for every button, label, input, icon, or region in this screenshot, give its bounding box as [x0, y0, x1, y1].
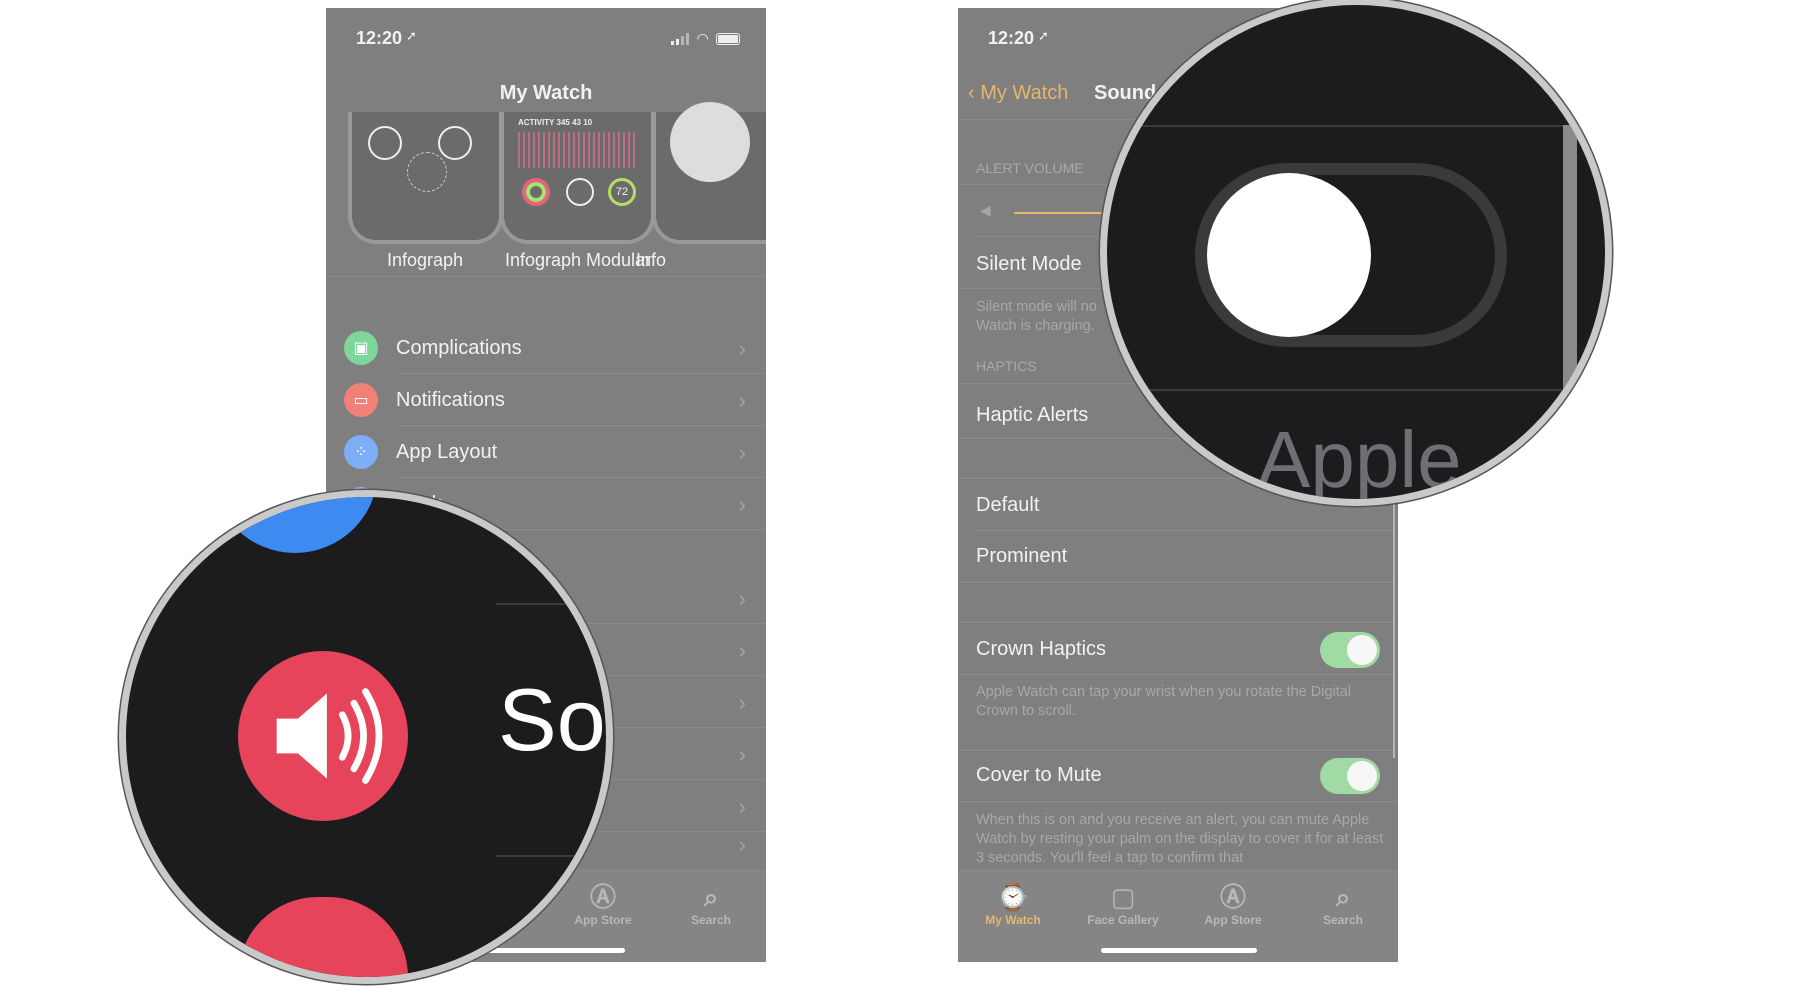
speaker-low-icon: ◀ — [980, 202, 991, 218]
option-prominent[interactable]: Prominent — [976, 545, 1067, 568]
watch-face-infograph-3[interactable] — [652, 102, 766, 244]
chevron-right-icon: › — [738, 832, 746, 857]
face-gallery-icon: ▢ — [1110, 882, 1136, 912]
cover-to-mute-description: When this is on and you receive an alert… — [976, 812, 1384, 866]
status-time: 12:20 — [356, 28, 403, 48]
divider — [1107, 125, 1565, 127]
chevron-right-icon: › — [738, 742, 746, 767]
tab-label: My Watch — [985, 913, 1041, 927]
search-icon: ⌕ — [1335, 882, 1351, 912]
tab-label: Search — [690, 913, 732, 927]
search-icon: ⌕ — [703, 882, 719, 912]
chevron-left-icon: ‹ — [968, 82, 981, 104]
section-header: ALERT VOLUME — [976, 160, 1084, 176]
activity-complication: ACTIVITY 345 43 10 — [518, 118, 593, 127]
watch-icon: ⌚ — [996, 882, 1030, 912]
wifi-icon: ◠ — [697, 30, 708, 46]
menu-label: Notifications — [396, 388, 505, 411]
battery-icon — [716, 32, 740, 45]
divider — [1107, 389, 1565, 391]
page-title: My Watch — [499, 82, 593, 104]
chevron-right-icon: › — [738, 336, 746, 361]
crown-haptics-toggle[interactable] — [1320, 632, 1380, 668]
tab-my-watch[interactable]: ⌚ My Watch — [958, 881, 1068, 927]
chevron-right-icon: › — [738, 638, 746, 663]
app-layout-icon: ⁘ — [344, 435, 378, 469]
watch-face-infograph[interactable] — [348, 112, 503, 244]
crown-haptics-label: Crown Haptics — [976, 638, 1107, 660]
chevron-right-icon: › — [738, 388, 746, 413]
tab-label: App Store — [574, 913, 632, 927]
blue-app-icon — [212, 497, 378, 553]
menu-label: App Layout — [396, 440, 498, 463]
back-label: My Watch — [980, 82, 1069, 104]
watch-face-infograph-modular[interactable]: ACTIVITY 345 43 10 72 — [500, 112, 655, 244]
chevron-right-icon: › — [738, 440, 746, 465]
cover-to-mute-toggle[interactable] — [1320, 758, 1380, 794]
crown-haptics-description: Apple Watch can tap your wrist when you … — [976, 684, 1352, 719]
divider — [496, 603, 606, 605]
toggle-knob — [1207, 173, 1371, 337]
scrollbar-magnified — [1563, 125, 1577, 391]
menu-item-complications[interactable]: ▣ Complications › — [326, 322, 766, 374]
sounds-label: So — [498, 670, 606, 769]
chevron-right-icon: › — [738, 586, 746, 611]
haptic-alerts-label: Haptic Alerts — [976, 404, 1089, 426]
complications-icon: ▣ — [344, 331, 378, 365]
app-store-icon: Ⓐ — [589, 882, 616, 912]
status-bar: 12:20 ➚ ◠ — [326, 28, 766, 52]
location-icon: ➚ — [406, 28, 417, 43]
status-time: 12:20 — [988, 28, 1035, 48]
tab-label: Search — [1322, 913, 1364, 927]
sounds-icon — [238, 651, 408, 821]
face-carousel[interactable]: Infograph ACTIVITY 345 43 10 72 Infograp… — [326, 102, 766, 284]
menu-item-notifications[interactable]: ▭ Notifications › — [326, 374, 766, 426]
tab-label: App Store — [1204, 913, 1262, 927]
magnifier-silent-toggle: Apple — [1100, 0, 1612, 506]
signal-icon — [671, 32, 690, 45]
tab-search[interactable]: ⌕ Search — [656, 881, 766, 927]
chevron-right-icon: › — [738, 492, 746, 517]
tab-app-store[interactable]: Ⓐ App Store — [1178, 881, 1288, 927]
location-icon: ➚ — [1038, 28, 1049, 43]
option-default[interactable]: Default — [976, 494, 1039, 517]
silent-mode-label: Silent Mode — [976, 253, 1082, 275]
tab-face-gallery[interactable]: ▢ Face Gallery — [1068, 881, 1178, 927]
chevron-right-icon: › — [738, 690, 746, 715]
red-app-icon — [238, 897, 408, 977]
menu-item-app-layout[interactable]: ⁘ App Layout › — [326, 426, 766, 478]
back-button[interactable]: ‹ My Watch — [968, 82, 1068, 105]
menu-label: Complications — [396, 336, 522, 359]
apple-label: Apple — [1257, 415, 1462, 504]
notifications-icon: ▭ — [344, 383, 378, 417]
chevron-right-icon: › — [738, 794, 746, 819]
divider — [496, 855, 606, 857]
face-label: Info — [636, 250, 667, 270]
tab-label: Face Gallery — [1087, 913, 1159, 927]
cover-to-mute-label: Cover to Mute — [976, 764, 1102, 786]
tab-search[interactable]: ⌕ Search — [1288, 881, 1398, 927]
app-store-icon: Ⓐ — [1219, 882, 1246, 912]
section-header: HAPTICS — [976, 358, 1037, 374]
tab-app-store[interactable]: Ⓐ App Store — [548, 881, 658, 927]
home-indicator — [1101, 948, 1257, 953]
magnifier-sounds: So — [119, 490, 613, 984]
silent-mode-toggle[interactable] — [1195, 163, 1507, 347]
